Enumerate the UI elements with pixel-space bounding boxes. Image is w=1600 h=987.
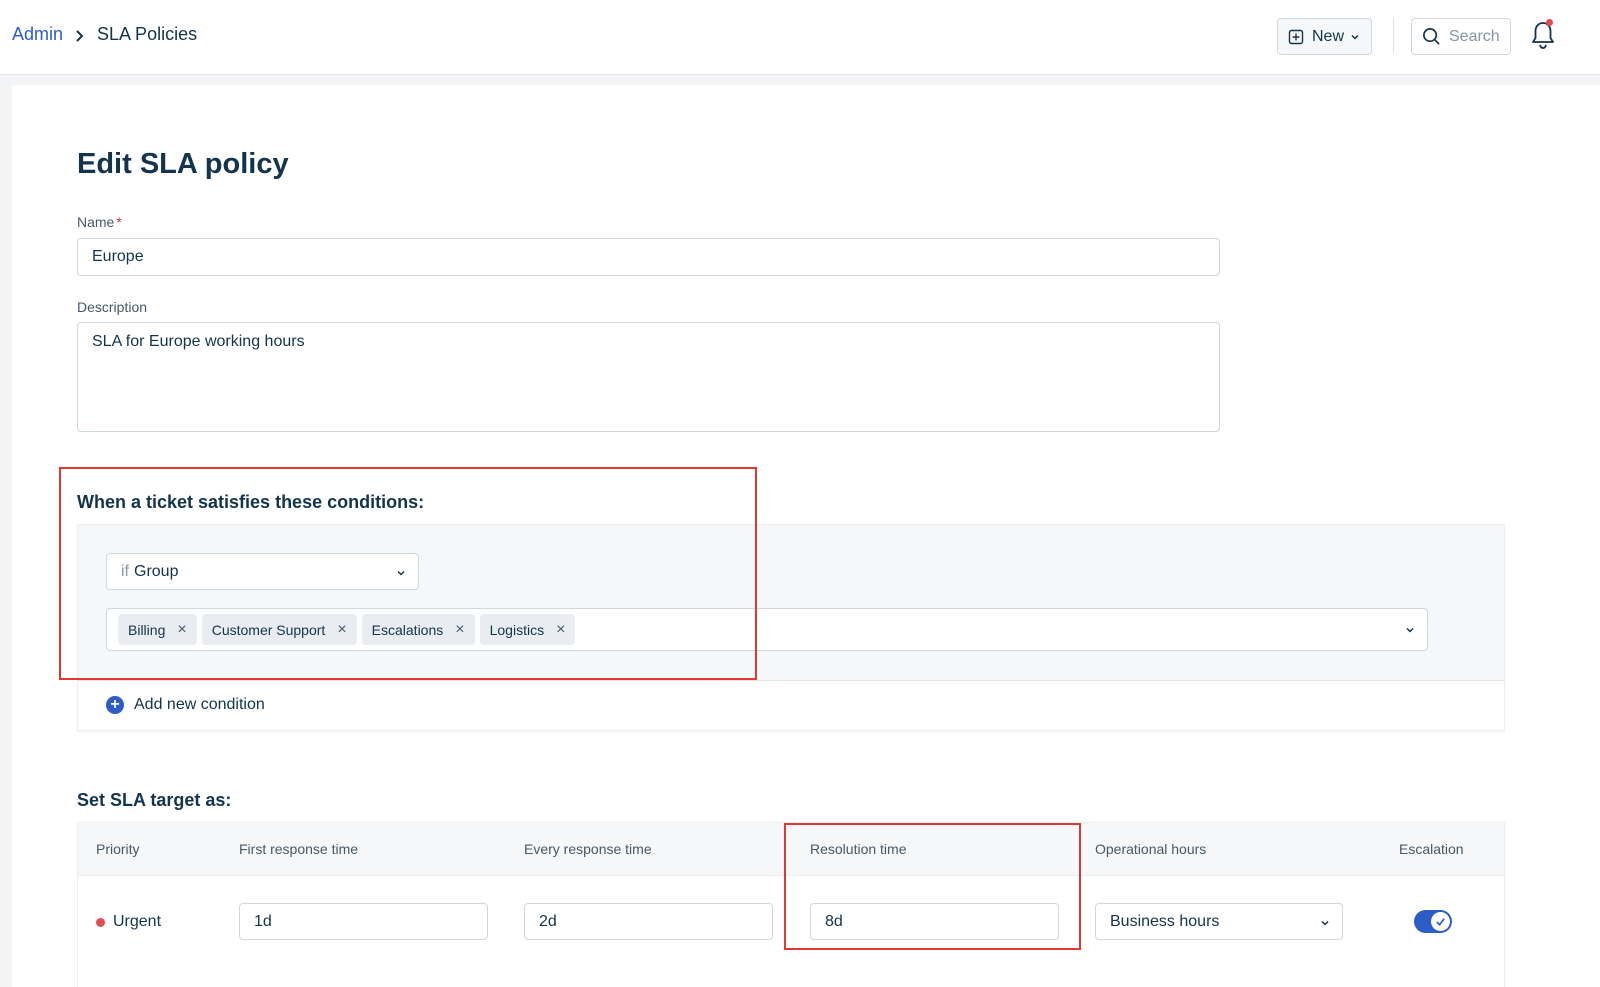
toggle-knob: [1431, 912, 1450, 931]
add-condition-label: Add new condition: [134, 696, 265, 713]
priority-urgent: Urgent: [96, 913, 161, 931]
chevron-down-icon: [1351, 34, 1359, 40]
add-condition-button[interactable]: + Add new condition: [106, 696, 265, 714]
search-input[interactable]: Search: [1411, 18, 1511, 55]
every-response-input[interactable]: 2d: [524, 903, 773, 940]
search-icon: [1423, 28, 1440, 45]
name-field[interactable]: Europe: [77, 238, 1220, 276]
highlight-box-conditions: [59, 467, 757, 680]
notification-dot: [1546, 19, 1553, 26]
search-placeholder: Search: [1449, 27, 1500, 45]
breadcrumb: Admin SLA Policies: [12, 24, 197, 45]
top-bar: Admin SLA Policies New Search: [0, 0, 1600, 75]
column-escalation: Escalation: [1399, 841, 1464, 857]
chevron-down-icon: [1321, 920, 1329, 926]
description-label: Description: [77, 299, 148, 315]
escalation-toggle[interactable]: [1414, 910, 1452, 933]
operational-hours-select[interactable]: Business hours: [1095, 903, 1343, 940]
chevron-right-icon: [75, 26, 85, 44]
column-every-response: Every response time: [524, 841, 652, 857]
column-priority: Priority: [96, 841, 140, 857]
column-operational-hours: Operational hours: [1095, 841, 1207, 857]
name-label-text: Name: [77, 214, 115, 230]
operational-hours-value: Business hours: [1110, 912, 1220, 930]
description-field-value: SLA for Europe working hours: [92, 333, 305, 350]
priority-dot: [96, 917, 105, 927]
header-divider: [1393, 17, 1394, 53]
description-field[interactable]: SLA for Europe working hours: [77, 322, 1220, 432]
name-field-value: Europe: [92, 248, 144, 265]
column-first-response: First response time: [239, 841, 359, 857]
add-circle-icon: +: [106, 696, 124, 714]
conditions-footer: [77, 680, 1505, 731]
new-button[interactable]: New: [1277, 18, 1372, 55]
first-response-value: 1d: [254, 912, 272, 930]
priority-label: Urgent: [113, 913, 162, 930]
first-response-input[interactable]: 1d: [239, 903, 488, 940]
add-square-icon: [1288, 29, 1304, 44]
highlight-box-resolution: [784, 823, 1081, 950]
new-button-label: New: [1312, 27, 1345, 45]
breadcrumb-admin-link[interactable]: Admin: [12, 24, 63, 45]
check-icon: [1436, 918, 1445, 926]
required-mark: *: [116, 214, 122, 230]
sla-target-heading: Set SLA target as:: [77, 790, 232, 810]
name-label: Name *: [77, 214, 122, 230]
breadcrumb-current: SLA Policies: [97, 24, 198, 44]
page-title: Edit SLA policy: [77, 148, 289, 180]
chevron-down-icon[interactable]: [1405, 625, 1415, 635]
every-response-value: 2d: [539, 912, 557, 930]
